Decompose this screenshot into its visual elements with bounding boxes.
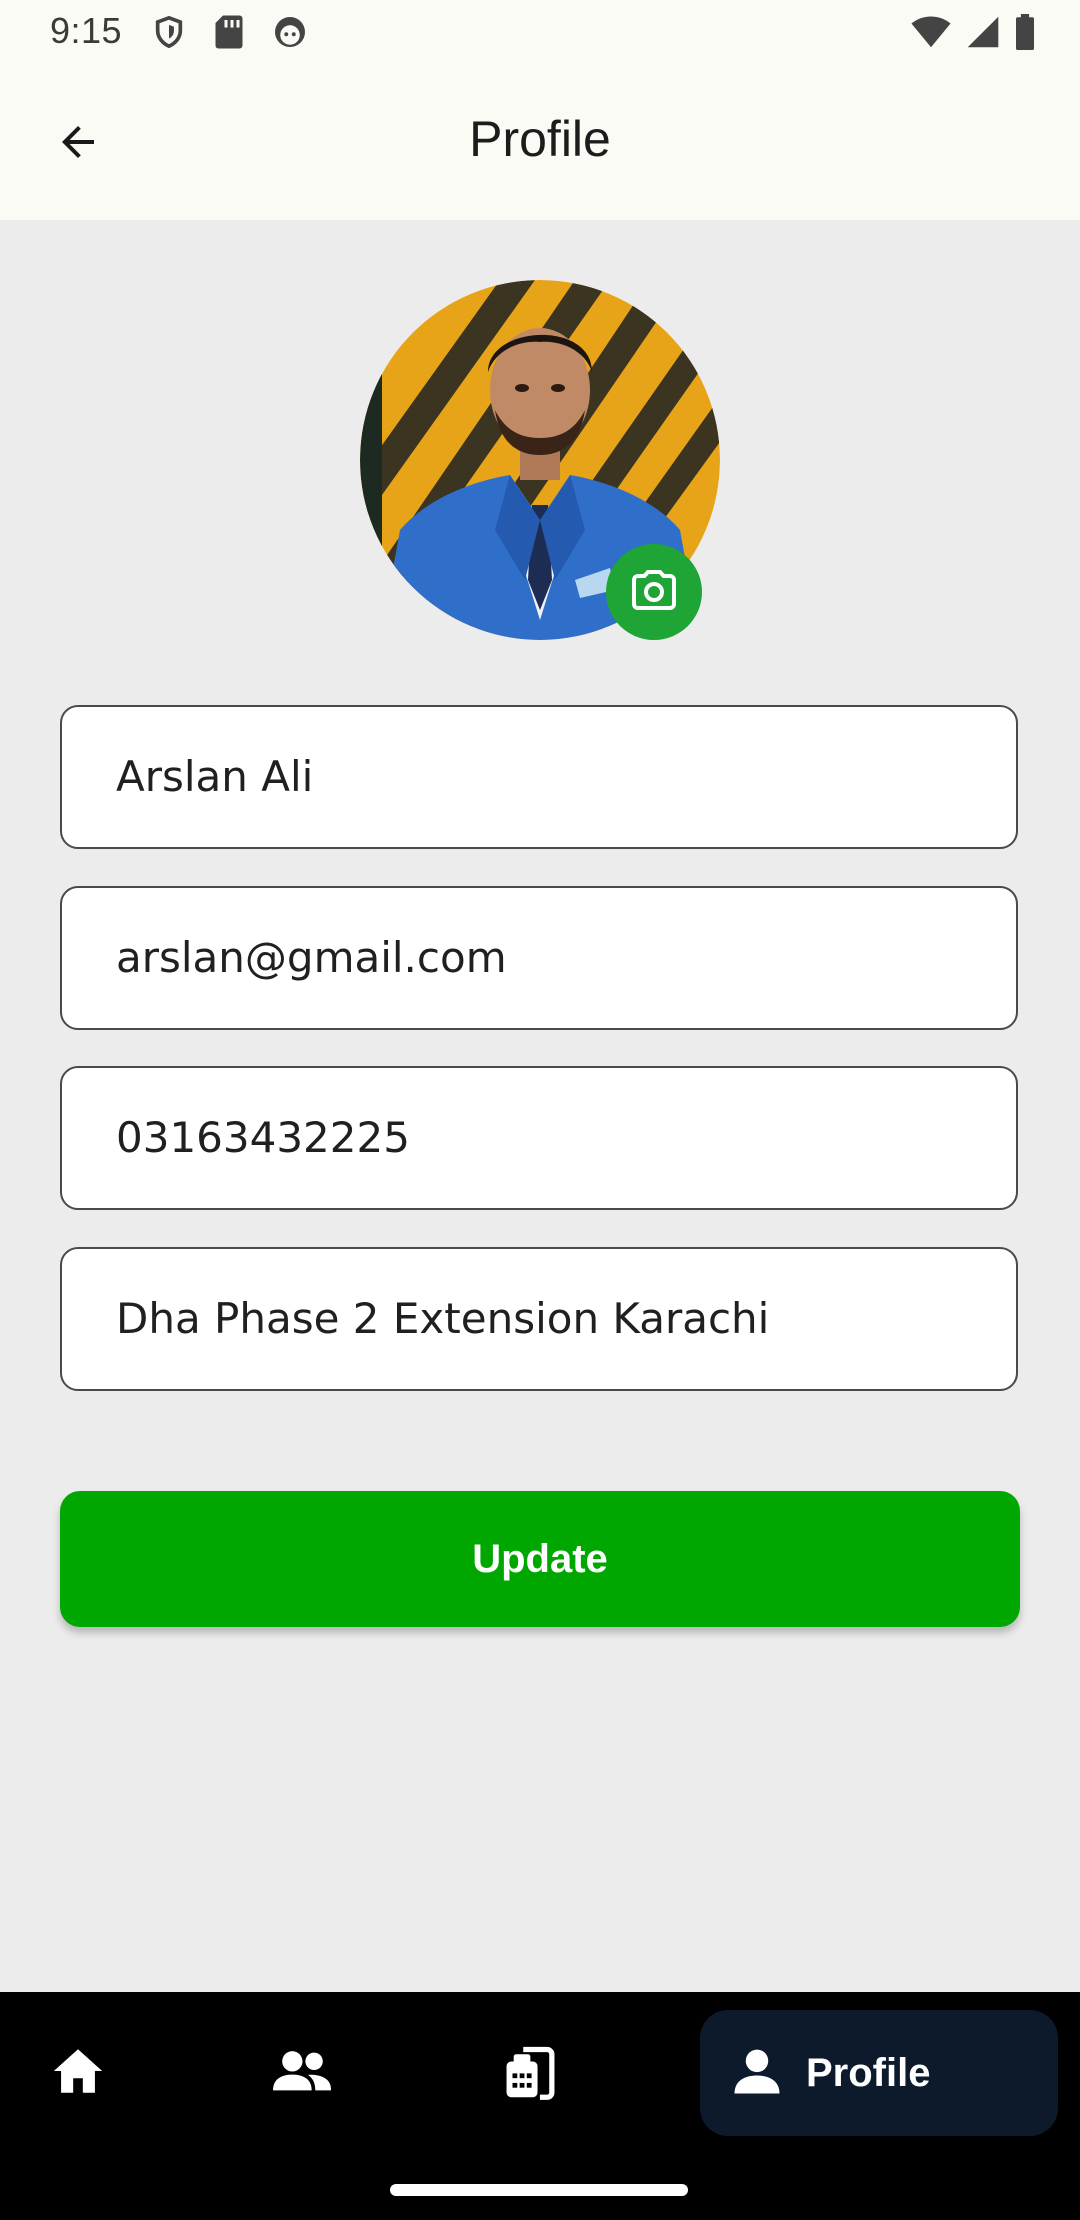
status-bar: 9:15 [0,0,1080,66]
avatar-container [360,280,720,640]
home-icon [49,2042,107,2105]
update-button[interactable]: Update [60,1491,1020,1627]
change-photo-button[interactable] [606,544,702,640]
person-icon [730,2044,784,2103]
email-field[interactable] [60,886,1018,1030]
status-time: 9:15 [50,10,123,51]
address-field[interactable] [60,1247,1018,1391]
orders-icon [499,2040,557,2107]
nav-item-home[interactable] [30,2010,126,2136]
nav-item-orders[interactable] [478,2010,578,2136]
nav-item-users[interactable] [252,2010,352,2136]
page-title: Profile [469,111,611,167]
name-input[interactable] [116,707,976,846]
face-icon [272,14,308,50]
email-input[interactable] [116,888,976,1027]
battery-icon [1014,14,1036,55]
home-indicator [390,2184,688,2196]
nav-item-profile[interactable]: Profile [700,2010,1058,2136]
shield-icon [152,14,186,50]
people-icon [270,2042,334,2105]
camera-icon [630,566,678,619]
sd-card-icon [214,14,244,50]
nav-profile-label: Profile [806,2050,931,2095]
phone-field[interactable] [60,1066,1018,1210]
wifi-icon [910,15,952,54]
address-input[interactable] [116,1249,976,1388]
bottom-nav: Profile [0,1992,1080,2220]
app-bar: Profile [0,66,1080,220]
phone-input[interactable] [116,1068,976,1207]
cell-signal-icon [966,15,1000,54]
name-field[interactable] [60,705,1018,849]
profile-screen: 9:15 Profile Arslan Ali arslan@gmail.com… [0,0,1080,2220]
